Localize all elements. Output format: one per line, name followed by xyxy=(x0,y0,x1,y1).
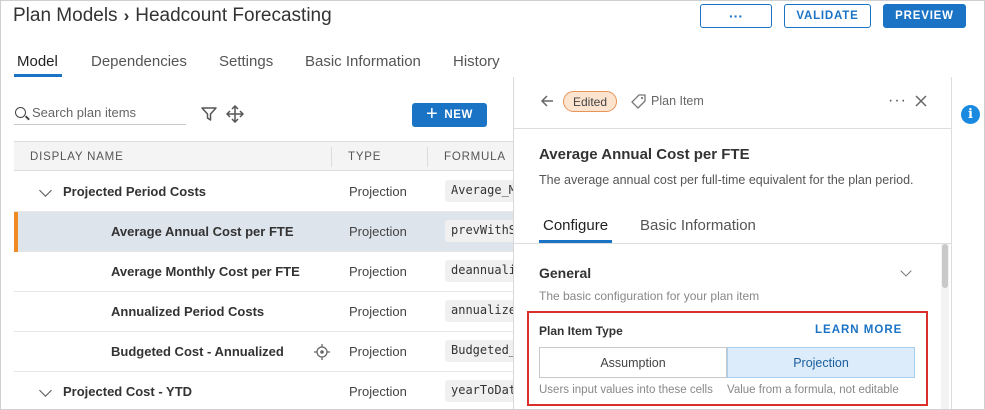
edited-badge: Edited xyxy=(563,91,618,112)
row-formula: deannualiz xyxy=(445,260,513,282)
plan-items-table: DISPLAY NAME TYPE FORMULA Projected Peri… xyxy=(14,141,513,409)
search-plan-items[interactable]: Search plan items xyxy=(14,101,186,125)
tab-settings[interactable]: Settings xyxy=(219,53,273,70)
table-row-selected[interactable]: Average Annual Cost per FTE Projection p… xyxy=(14,212,513,252)
back-arrow-icon[interactable] xyxy=(540,94,554,108)
plan-item-type-label: Plan Item Type xyxy=(539,324,623,338)
column-formula[interactable]: FORMULA xyxy=(444,151,506,163)
plan-item-title: Average Annual Cost per FTE xyxy=(539,146,750,163)
learn-more-link[interactable]: LEARN MORE xyxy=(815,324,902,336)
search-input[interactable]: Search plan items xyxy=(32,105,136,120)
new-plan-item-button[interactable]: + NEW xyxy=(412,103,487,127)
info-icon[interactable]: i xyxy=(961,105,980,124)
row-formula: annualize( xyxy=(445,300,513,322)
row-name: Average Monthly Cost per FTE xyxy=(111,264,300,279)
breadcrumb-root[interactable]: Plan Models xyxy=(13,5,118,27)
filter-icon[interactable] xyxy=(201,107,217,121)
tag-icon xyxy=(631,94,646,109)
row-name: Projected Period Costs xyxy=(63,184,207,199)
column-divider[interactable] xyxy=(427,147,428,167)
app-window: Plan Models › Headcount Forecasting ··· … xyxy=(0,0,985,410)
table-row[interactable]: Projected Cost - YTD Projection yearToDa… xyxy=(14,372,513,409)
page-title: Headcount Forecasting xyxy=(135,5,332,26)
tab-basic-information[interactable]: Basic Information xyxy=(305,53,421,70)
row-formula: prevWithS xyxy=(445,220,513,242)
close-icon[interactable] xyxy=(915,95,927,107)
breadcrumb-separator: › xyxy=(123,6,130,25)
tab-history[interactable]: History xyxy=(453,53,500,70)
row-type: Projection xyxy=(349,224,407,239)
breadcrumb: Plan Models › Headcount Forecasting xyxy=(13,5,332,27)
column-divider[interactable] xyxy=(331,147,332,167)
row-name: Projected Cost - YTD xyxy=(63,384,193,399)
tab-model[interactable]: Model xyxy=(17,53,58,70)
plus-icon: + xyxy=(426,103,439,125)
row-type: Projection xyxy=(349,344,407,359)
table-row[interactable]: Projected Period Costs Projection Averag… xyxy=(14,172,513,212)
row-type: Projection xyxy=(349,264,407,279)
row-name: Average Annual Cost per FTE xyxy=(111,224,294,239)
chevron-down-icon[interactable] xyxy=(39,184,52,197)
detail-kind-label: Plan Item xyxy=(651,94,704,108)
row-type: Projection xyxy=(349,184,407,199)
new-button-label: NEW xyxy=(444,109,473,121)
row-name: Annualized Period Costs xyxy=(111,304,265,319)
table-header: DISPLAY NAME TYPE FORMULA xyxy=(14,141,513,171)
assumption-option[interactable]: Assumption xyxy=(539,347,727,378)
chevron-down-icon[interactable] xyxy=(39,384,52,397)
target-icon[interactable] xyxy=(314,344,330,360)
tab-dependencies[interactable]: Dependencies xyxy=(91,53,187,70)
plan-item-description: The average annual cost per full-time eq… xyxy=(539,173,914,187)
detail-scrollbar-thumb[interactable] xyxy=(942,244,948,288)
row-type: Projection xyxy=(349,304,407,319)
general-section-title[interactable]: General xyxy=(539,265,591,281)
assumption-hint: Users input values into these cells xyxy=(539,384,713,396)
preview-button[interactable]: PREVIEW xyxy=(883,4,966,28)
selected-row-marker xyxy=(14,212,18,252)
column-display-name[interactable]: DISPLAY NAME xyxy=(30,151,124,163)
detail-tabs-divider xyxy=(514,243,951,244)
table-row[interactable]: Budgeted Cost - Annualized Projection Bu… xyxy=(14,332,513,372)
row-formula: Budgeted_ xyxy=(445,340,513,362)
model-tabs: Model Dependencies Settings Basic Inform… xyxy=(1,51,513,77)
column-type[interactable]: TYPE xyxy=(348,151,381,163)
info-rail xyxy=(951,77,984,409)
tab-detail-basic-information[interactable]: Basic Information xyxy=(640,217,756,234)
chevron-down-icon[interactable] xyxy=(900,265,912,277)
projection-option[interactable]: Projection xyxy=(727,347,915,378)
row-name: Budgeted Cost - Annualized xyxy=(111,344,284,359)
row-formula: Average_M xyxy=(445,180,513,202)
tab-configure[interactable]: Configure xyxy=(543,217,608,234)
row-formula: yearToDat xyxy=(445,380,513,402)
table-row[interactable]: Average Monthly Cost per FTE Projection … xyxy=(14,252,513,292)
more-actions-button[interactable]: ··· xyxy=(700,4,772,28)
row-type: Projection xyxy=(349,384,407,399)
move-arrows-icon[interactable] xyxy=(226,105,244,123)
active-tab-indicator xyxy=(14,74,62,77)
general-section-description: The basic configuration for your plan it… xyxy=(539,289,760,303)
more-options-icon[interactable]: ··· xyxy=(888,92,907,110)
table-row[interactable]: Annualized Period Costs Projection annua… xyxy=(14,292,513,332)
projection-hint: Value from a formula, not editable xyxy=(727,384,899,396)
search-icon xyxy=(15,107,26,118)
validate-button[interactable]: VALIDATE xyxy=(784,4,871,28)
